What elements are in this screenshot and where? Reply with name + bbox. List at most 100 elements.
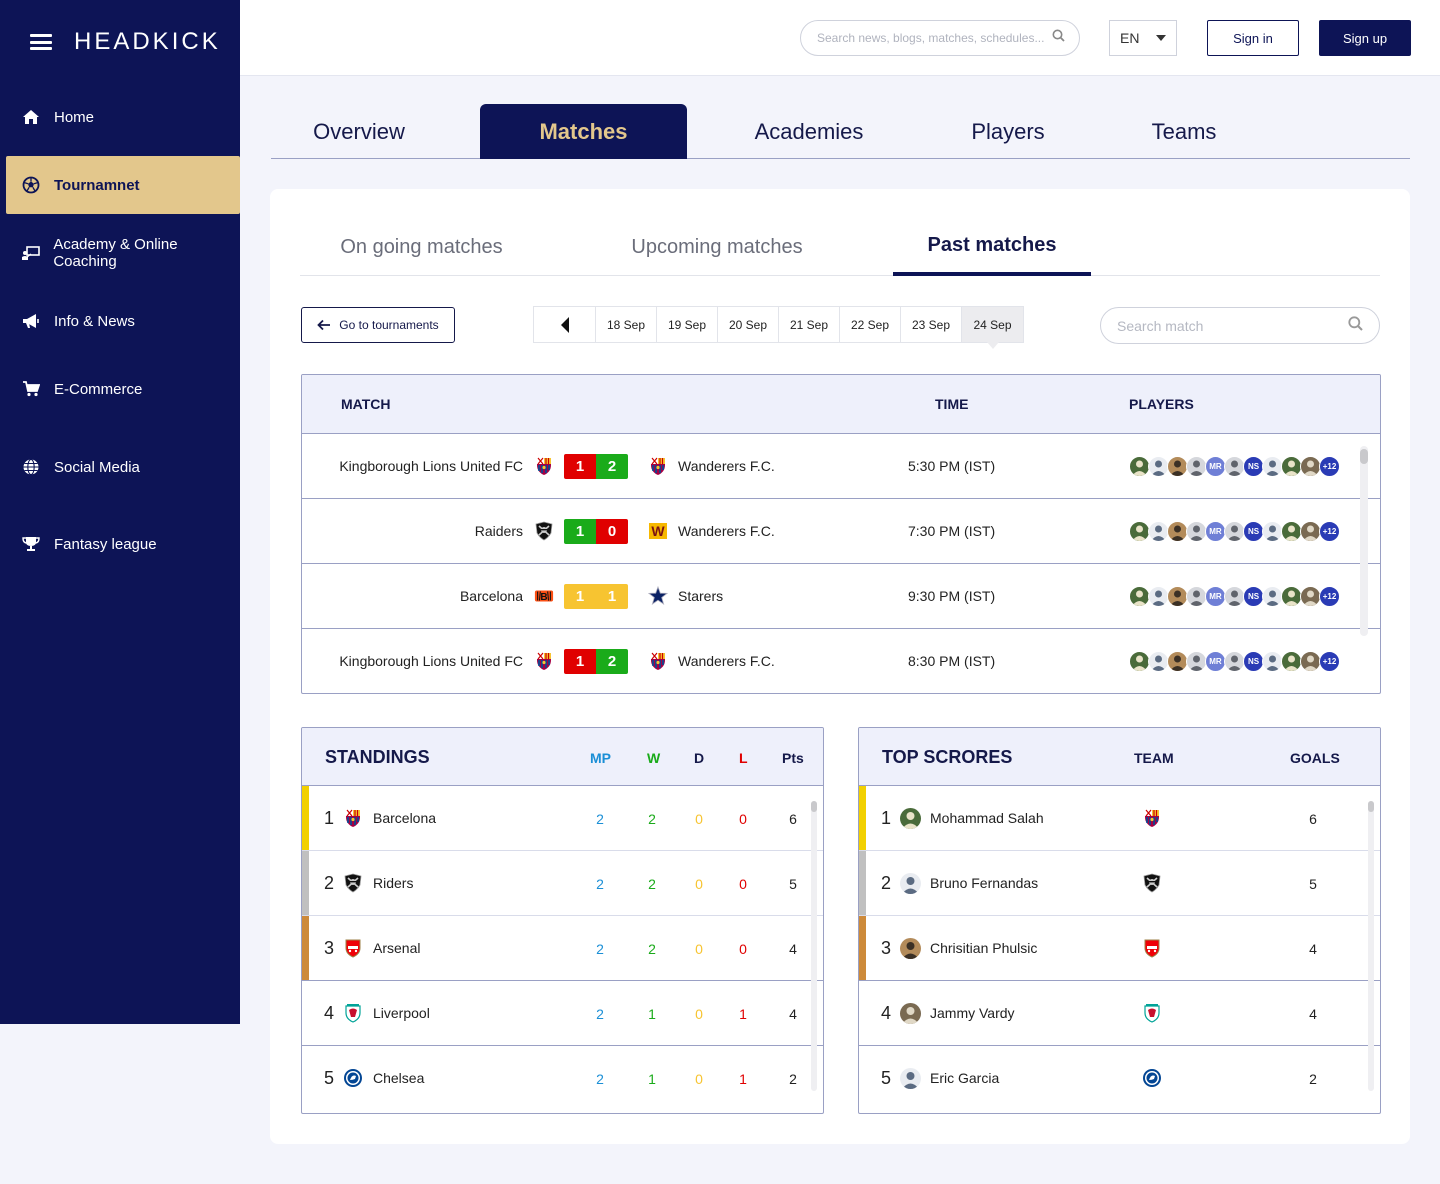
sign-in-button[interactable]: Sign in — [1207, 20, 1299, 56]
previous-dates-button[interactable] — [534, 307, 596, 342]
standings-row[interactable]: 4 Liverpool 2 1 0 1 4 — [302, 981, 823, 1046]
sidebar-item-social-media[interactable]: Social Media — [6, 438, 240, 496]
sidebar-item-academy[interactable]: Academy & Online Coaching — [6, 224, 240, 282]
player-avatar[interactable] — [1129, 521, 1150, 542]
date-option[interactable]: 21 Sep — [779, 307, 840, 342]
date-option[interactable]: 18 Sep — [596, 307, 657, 342]
match-row[interactable]: Kingborough Lions United FC 1 2 Wanderers F… — [302, 629, 1380, 693]
standings-row[interactable]: 3 Arsenal 2 2 0 0 4 — [302, 916, 823, 981]
match-row[interactable]: Raiders 1 0 W Wanderers F.C. 7:30 PM (IST) MR N… — [302, 499, 1380, 564]
player-avatar[interactable] — [1300, 586, 1321, 607]
player-avatar[interactable] — [1148, 456, 1169, 477]
player-avatar[interactable]: MR — [1205, 521, 1226, 542]
standings-row[interactable]: 5 Chelsea 2 1 0 1 2 — [302, 1046, 823, 1111]
menu-icon[interactable] — [30, 34, 52, 50]
player-avatar[interactable] — [1300, 521, 1321, 542]
date-option[interactable]: 20 Sep — [718, 307, 779, 342]
sidebar-item-tournament[interactable]: Tournamnet — [6, 156, 240, 214]
matches-scrollbar[interactable] — [1360, 446, 1368, 636]
player-avatar[interactable] — [1224, 521, 1245, 542]
date-option[interactable]: 23 Sep — [901, 307, 962, 342]
player-avatar[interactable] — [1186, 651, 1207, 672]
more-players-badge[interactable]: +12 — [1319, 651, 1340, 672]
player-avatar[interactable] — [1167, 651, 1188, 672]
player-avatar[interactable] — [1167, 586, 1188, 607]
player-avatar[interactable] — [1148, 521, 1169, 542]
player-avatar[interactable]: NS — [1243, 586, 1264, 607]
more-players-badge[interactable]: +12 — [1319, 586, 1340, 607]
player-avatar[interactable]: NS — [1243, 521, 1264, 542]
language-select[interactable]: EN — [1109, 20, 1177, 56]
date-option[interactable]: 22 Sep — [840, 307, 901, 342]
player-avatar[interactable] — [1186, 586, 1207, 607]
tab-academies[interactable]: Academies — [725, 104, 893, 159]
sidebar-item-ecommerce[interactable]: E-Commerce — [6, 360, 240, 418]
standings-row[interactable]: 1 Barcelona 2 2 0 0 6 — [302, 786, 823, 851]
match-search[interactable] — [1100, 307, 1380, 344]
global-search[interactable] — [800, 20, 1080, 56]
player-avatar[interactable] — [1281, 586, 1302, 607]
scorer-row[interactable]: 3 Chrisitian Phulsic 4 — [859, 916, 1380, 981]
tab-overview[interactable]: Overview — [271, 104, 447, 159]
tab-upcoming-matches[interactable]: Upcoming matches — [602, 219, 832, 276]
player-avatar[interactable] — [1186, 521, 1207, 542]
tab-matches[interactable]: Matches — [480, 104, 687, 159]
player-avatar[interactable] — [1300, 651, 1321, 672]
player-avatar[interactable] — [1167, 521, 1188, 542]
sign-up-button[interactable]: Sign up — [1319, 20, 1411, 56]
player-avatar[interactable] — [900, 1068, 921, 1089]
player-avatar[interactable]: NS — [1243, 456, 1264, 477]
player-avatar[interactable] — [1129, 651, 1150, 672]
player-avatar[interactable] — [1167, 456, 1188, 477]
player-avatar[interactable] — [1129, 456, 1150, 477]
search-icon[interactable] — [1348, 315, 1363, 336]
search-icon[interactable] — [1052, 29, 1065, 47]
sidebar-item-fantasy-league[interactable]: Fantasy league — [6, 515, 240, 573]
player-avatar[interactable] — [1224, 586, 1245, 607]
match-row[interactable]: Barcelona B 1 1 Starers 9:30 PM (IST) MR NS +12 — [302, 564, 1380, 629]
more-players-badge[interactable]: +12 — [1319, 456, 1340, 477]
scorer-row[interactable]: 2 Bruno Fernandas 5 — [859, 851, 1380, 916]
player-avatar[interactable] — [1148, 651, 1169, 672]
player-avatar[interactable] — [1186, 456, 1207, 477]
sidebar-item-info-news[interactable]: Info & News — [6, 292, 240, 350]
player-avatar[interactable] — [900, 808, 921, 829]
global-search-input[interactable] — [817, 31, 1052, 45]
date-option-selected[interactable]: 24 Sep — [962, 307, 1023, 349]
player-avatar[interactable]: MR — [1205, 456, 1226, 477]
top-scorers-scrollbar[interactable] — [1368, 801, 1374, 1091]
player-avatar[interactable] — [1300, 456, 1321, 477]
tab-teams[interactable]: Teams — [1124, 104, 1244, 159]
tab-past-matches[interactable]: Past matches — [893, 219, 1091, 276]
player-avatar[interactable] — [1262, 651, 1283, 672]
scorer-row[interactable]: 5 Eric Garcia 2 — [859, 1046, 1380, 1111]
player-avatar[interactable] — [1224, 456, 1245, 477]
player-avatar[interactable] — [1281, 651, 1302, 672]
player-avatar[interactable] — [1224, 651, 1245, 672]
tab-players[interactable]: Players — [944, 104, 1072, 159]
player-avatar[interactable]: MR — [1205, 586, 1226, 607]
match-search-input[interactable] — [1117, 317, 1348, 334]
player-avatar[interactable]: NS — [1243, 651, 1264, 672]
player-avatar[interactable] — [1148, 586, 1169, 607]
standings-scrollbar[interactable] — [811, 801, 817, 1091]
player-avatar[interactable] — [900, 873, 921, 894]
more-players-badge[interactable]: +12 — [1319, 521, 1340, 542]
player-avatar[interactable] — [1262, 521, 1283, 542]
match-row[interactable]: Kingborough Lions United FC 1 2 Wanderers F… — [302, 434, 1380, 499]
player-avatar[interactable] — [1262, 586, 1283, 607]
player-avatar[interactable] — [1281, 521, 1302, 542]
player-avatar[interactable] — [1129, 586, 1150, 607]
standings-row[interactable]: 2 Riders 2 2 0 0 5 — [302, 851, 823, 916]
player-avatar[interactable] — [1262, 456, 1283, 477]
tab-ongoing-matches[interactable]: On going matches — [300, 219, 543, 276]
player-avatar[interactable] — [900, 1003, 921, 1024]
player-avatar[interactable] — [1281, 456, 1302, 477]
go-to-tournaments-button[interactable]: Go to tournaments — [301, 307, 455, 343]
sidebar-item-home[interactable]: Home — [6, 88, 240, 146]
scorer-row[interactable]: 4 Jammy Vardy 4 — [859, 981, 1380, 1046]
date-option[interactable]: 19 Sep — [657, 307, 718, 342]
player-avatar[interactable]: MR — [1205, 651, 1226, 672]
scorer-row[interactable]: 1 Mohammad Salah 6 — [859, 786, 1380, 851]
player-avatar[interactable] — [900, 938, 921, 959]
